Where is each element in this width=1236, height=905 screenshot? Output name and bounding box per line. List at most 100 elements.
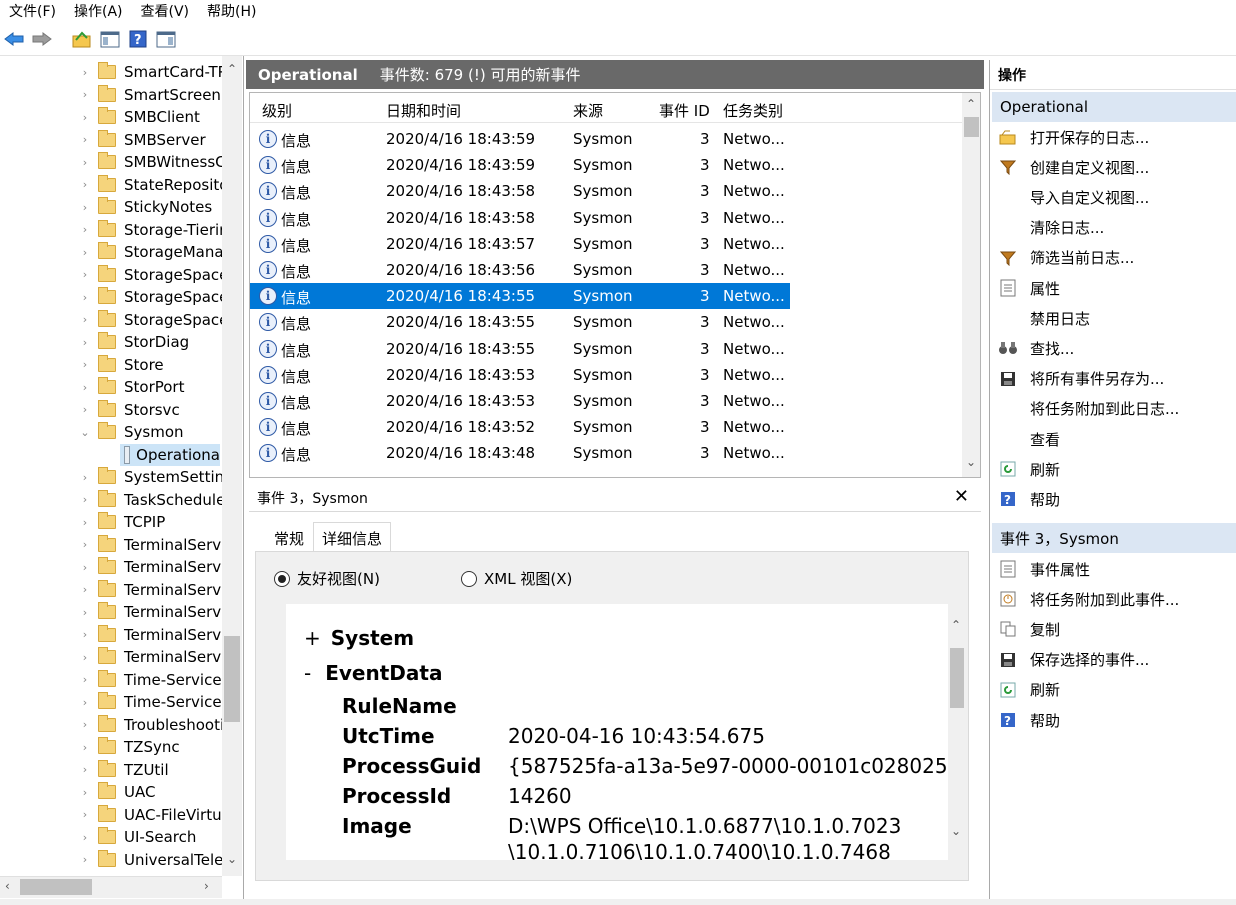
chevron-right-icon[interactable]: › (78, 763, 92, 776)
tree-item-folder[interactable]: › SMBClient (78, 106, 200, 129)
tree-item-folder[interactable]: › TZUtil (78, 759, 169, 782)
tree-item-folder[interactable]: › Troubleshooti (78, 714, 224, 737)
tree-item-folder[interactable]: › StorageSpace (78, 286, 228, 309)
tree-item-folder[interactable]: › Storsvc (78, 399, 180, 422)
chevron-right-icon[interactable]: › (78, 853, 92, 866)
event-row[interactable]: i 信息 2020/4/16 18:43:59 Sysmon 3 Netwo... (250, 152, 790, 178)
tree-item-folder[interactable]: › TerminalServi (78, 624, 225, 647)
menu-file[interactable]: 文件(F) (0, 1, 65, 21)
scroll-thumb[interactable] (224, 636, 240, 722)
action-item[interactable]: 禁用日志 (992, 303, 1236, 333)
chevron-right-icon[interactable]: › (78, 583, 92, 596)
action-item[interactable]: 筛选当前日志... (992, 243, 1236, 273)
tree-vertical-scrollbar[interactable]: ⌃ ⌄ (222, 56, 242, 876)
tree-item-folder[interactable]: › StateReposito (78, 174, 228, 197)
tree-item-folder[interactable]: › StorageSpace (78, 264, 228, 287)
tree-item-folder[interactable]: › TaskSchedule (78, 489, 225, 512)
chevron-down-icon[interactable]: ⌄ (78, 426, 92, 439)
scroll-thumb[interactable] (950, 648, 964, 708)
tree-item-folder[interactable]: › StorPort (78, 376, 184, 399)
tree-item-folder[interactable]: › UAC-FileVirtu (78, 804, 222, 827)
chevron-right-icon[interactable]: › (78, 381, 92, 394)
chevron-right-icon[interactable]: › (78, 336, 92, 349)
action-item[interactable]: 保存选择的事件... (992, 645, 1236, 675)
xml-view-radio[interactable]: XML 视图(X) (461, 568, 572, 589)
event-row[interactable]: i 信息 2020/4/16 18:43:53 Sysmon 3 Netwo... (250, 388, 790, 414)
chevron-right-icon[interactable]: › (78, 493, 92, 506)
chevron-right-icon[interactable]: › (78, 268, 92, 281)
tab-details[interactable]: 详细信息 (313, 522, 392, 552)
event-row[interactable]: i 信息 2020/4/16 18:43:57 Sysmon 3 Netwo... (250, 231, 790, 257)
chevron-right-icon[interactable]: › (78, 628, 92, 641)
chevron-right-icon[interactable]: › (78, 516, 92, 529)
scroll-down-arrow-icon[interactable]: ⌄ (951, 824, 961, 838)
event-row[interactable]: i 信息 2020/4/16 18:43:48 Sysmon 3 Netwo... (250, 440, 790, 466)
chevron-right-icon[interactable]: › (78, 808, 92, 821)
chevron-right-icon[interactable]: › (78, 291, 92, 304)
action-item[interactable]: 打开保存的日志... (992, 122, 1236, 152)
event-row[interactable]: i 信息 2020/4/16 18:43:58 Sysmon 3 Netwo... (250, 178, 790, 204)
show-hide-action-pane-icon[interactable] (154, 27, 178, 51)
scroll-up-arrow-icon[interactable]: ⌃ (966, 97, 976, 111)
actions-section-event[interactable]: 事件 3，Sysmon (992, 523, 1236, 553)
action-item[interactable]: 将任务附加到此日志... (992, 394, 1236, 424)
tree-item-folder[interactable]: › SMBWitnessC (78, 151, 226, 174)
event-table-scrollbar[interactable]: ⌃ ⌄ (962, 93, 980, 477)
tree-item-folder[interactable]: › Time-Service (78, 669, 222, 692)
action-item[interactable]: ? 帮助 (992, 484, 1236, 514)
event-row[interactable]: i 信息 2020/4/16 18:43:58 Sysmon 3 Netwo... (250, 205, 790, 231)
chevron-right-icon[interactable]: › (78, 606, 92, 619)
tree-item-folder[interactable]: › Store (78, 354, 164, 377)
action-item[interactable]: 刷新 (992, 454, 1236, 484)
tree-item-folder[interactable]: › SmartCard-TP (78, 61, 227, 84)
chevron-right-icon[interactable]: › (78, 156, 92, 169)
action-item[interactable]: 属性 (992, 273, 1236, 303)
help-icon[interactable]: ? (126, 27, 150, 51)
tree-item-folder[interactable]: ⌄ Sysmon (78, 421, 184, 444)
chevron-right-icon[interactable]: › (78, 358, 92, 371)
chevron-right-icon[interactable]: › (78, 718, 92, 731)
tree-item-folder[interactable]: › UAC (78, 781, 155, 804)
event-row[interactable]: i 信息 2020/4/16 18:43:55 Sysmon 3 Netwo... (250, 309, 790, 335)
action-item[interactable]: ? 帮助 (992, 705, 1236, 735)
chevron-right-icon[interactable]: › (78, 561, 92, 574)
chevron-right-icon[interactable]: › (78, 133, 92, 146)
action-item[interactable]: 复制 (992, 614, 1236, 644)
column-level[interactable]: 级别 (262, 100, 292, 121)
chevron-right-icon[interactable]: › (78, 223, 92, 236)
actions-section-log[interactable]: Operational (992, 92, 1236, 122)
event-row[interactable]: i 信息 2020/4/16 18:43:55 Sysmon 3 Netwo... (250, 336, 790, 362)
action-item[interactable]: 刷新 (992, 675, 1236, 705)
system-node[interactable]: + System (304, 626, 414, 650)
action-item[interactable]: 清除日志... (992, 213, 1236, 243)
action-item[interactable]: 创建自定义视图... (992, 152, 1236, 182)
tree-item-folder[interactable]: › StorageSpace (78, 309, 228, 332)
tree-item-folder[interactable]: › UI-Search (78, 826, 196, 849)
action-item[interactable]: 将任务附加到此事件... (992, 584, 1236, 614)
tree-item-folder[interactable]: › TerminalServi (78, 534, 225, 557)
scroll-up-arrow-icon[interactable]: ⌃ (227, 62, 237, 76)
action-item[interactable]: 事件属性 (992, 554, 1236, 584)
chevron-right-icon[interactable]: › (78, 651, 92, 664)
tab-general[interactable]: 常规 (265, 522, 313, 552)
tree-item-folder[interactable]: › StickyNotes (78, 196, 212, 219)
tree-item-operational-log[interactable]: Operationa (120, 443, 220, 466)
menu-view[interactable]: 查看(V) (132, 1, 199, 21)
chevron-right-icon[interactable]: › (78, 403, 92, 416)
tree-item-folder[interactable]: › Storage-Tierir (78, 219, 225, 242)
tree-item-folder[interactable]: › StorDiag (78, 331, 189, 354)
chevron-right-icon[interactable]: › (78, 831, 92, 844)
event-row[interactable]: i 信息 2020/4/16 18:43:59 Sysmon 3 Netwo... (250, 126, 790, 152)
close-icon[interactable]: ✕ (954, 486, 969, 507)
chevron-right-icon[interactable]: › (78, 696, 92, 709)
eventdata-node[interactable]: - EventData (304, 661, 442, 685)
chevron-right-icon[interactable]: › (78, 673, 92, 686)
tree-item-folder[interactable]: › Time-Service- (78, 691, 227, 714)
scroll-left-arrow-icon[interactable]: ‹ (5, 879, 10, 893)
tree-item-folder[interactable]: › SystemSetting (78, 466, 234, 489)
column-source[interactable]: 来源 (573, 100, 603, 121)
chevron-right-icon[interactable]: › (78, 741, 92, 754)
column-event-id[interactable]: 事件 ID (659, 100, 710, 121)
scroll-up-arrow-icon[interactable]: ⌃ (951, 618, 961, 632)
scroll-thumb[interactable] (20, 879, 92, 895)
